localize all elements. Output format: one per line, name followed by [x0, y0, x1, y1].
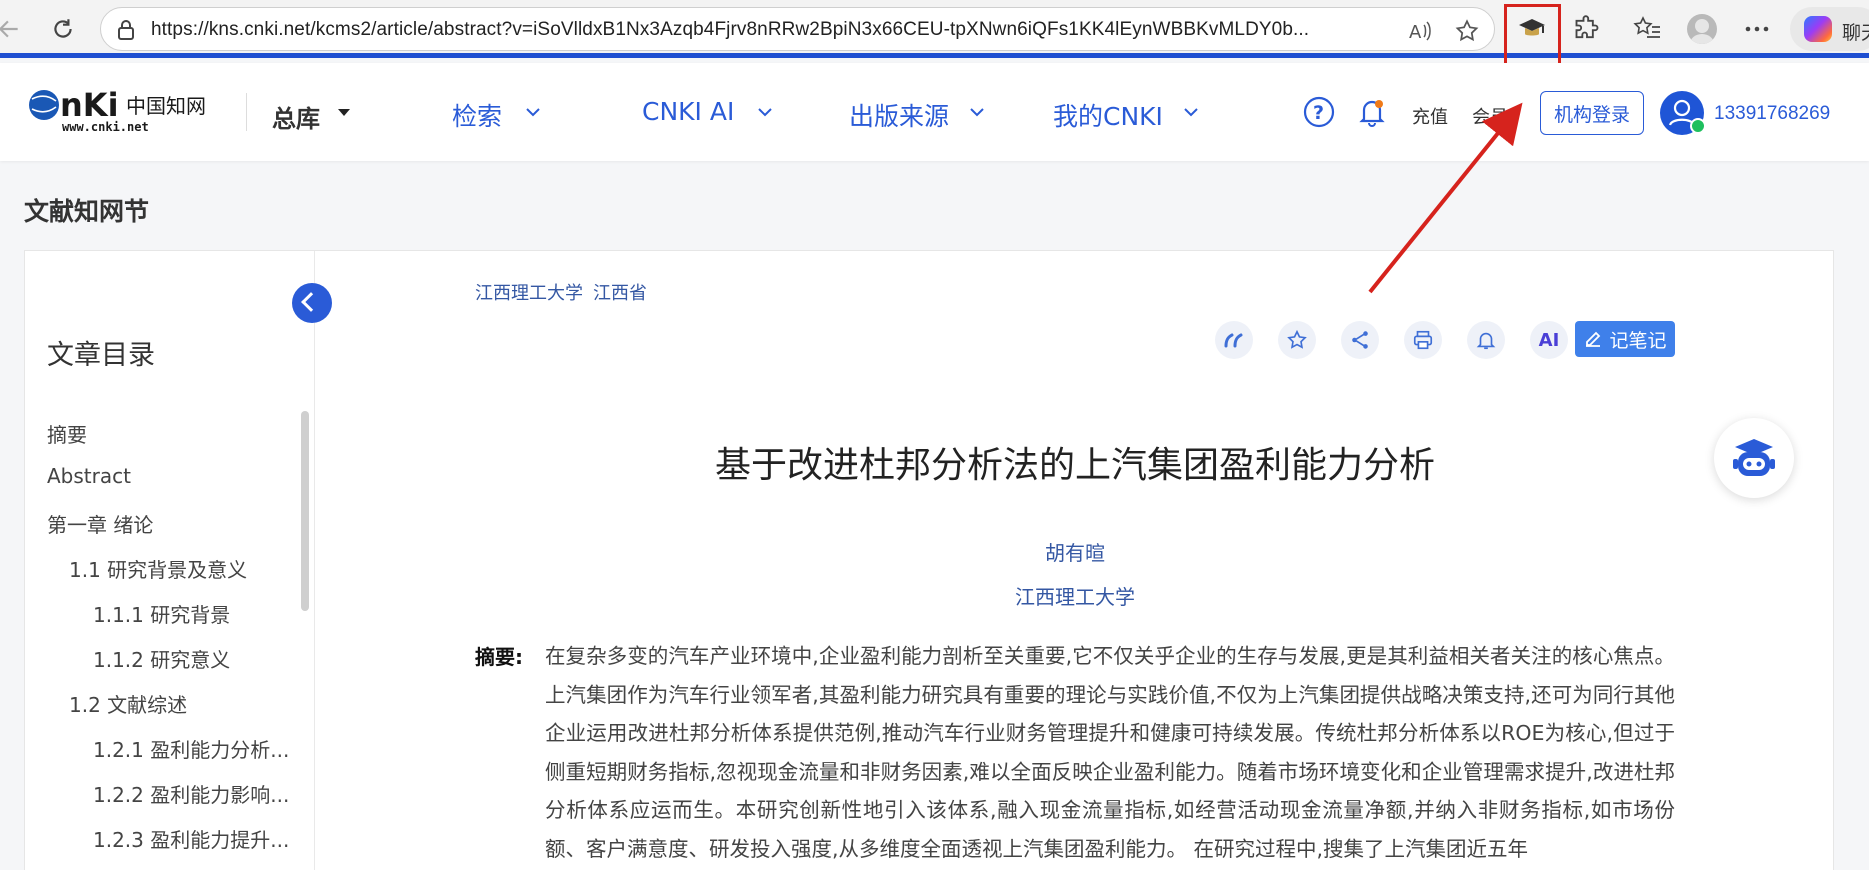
cite-button[interactable] [1215, 321, 1253, 359]
toc-item[interactable]: 1.1.2 研究意义 [93, 644, 230, 673]
copilot-button[interactable]: 聊天 [1790, 7, 1869, 51]
lock-icon[interactable] [115, 18, 137, 46]
chevron-down-icon[interactable] [754, 101, 776, 123]
toc-item[interactable]: 1.1 研究背景及意义 [69, 554, 247, 583]
article-title: 基于改进杜邦分析法的上汽集团盈利能力分析 [714, 445, 1435, 486]
read-aloud-icon[interactable]: A [1406, 17, 1434, 45]
affiliation-line: 江西理工大学 江西省 [475, 279, 657, 305]
nav-search[interactable]: 检索 [452, 97, 502, 133]
notification-bell-icon[interactable] [1355, 95, 1389, 129]
url-text[interactable]: https://kns.cnki.net/kcms2/article/abstr… [151, 19, 1481, 41]
nav-my-cnki[interactable]: 我的CNKI [1053, 97, 1163, 133]
svg-text:?: ? [1313, 102, 1324, 124]
svg-text:nKi: nKi [60, 86, 119, 124]
toc-item[interactable]: 1.1.1 研究背景 [93, 599, 230, 628]
verified-badge-icon [1690, 118, 1706, 134]
more-options-icon[interactable] [1740, 12, 1774, 46]
back-icon[interactable] [0, 12, 26, 46]
nav-publication-source[interactable]: 出版来源 [849, 97, 949, 133]
page-title: 文献知网节 [24, 197, 150, 226]
ai-assistant-button[interactable] [1714, 418, 1794, 498]
svg-text:A: A [1409, 22, 1422, 43]
bell-icon [1476, 332, 1496, 350]
copilot-label: 聊天 [1842, 22, 1869, 44]
chevron-down-icon[interactable] [966, 101, 988, 123]
take-note-label: 记笔记 [1609, 329, 1667, 352]
refresh-icon[interactable] [46, 12, 80, 46]
nav-cnki-ai[interactable]: CNKI AI [642, 97, 734, 126]
share-icon [1352, 331, 1368, 349]
favorite-star-icon[interactable] [1453, 17, 1481, 45]
caret-down-icon[interactable] [338, 109, 350, 116]
pencil-icon [1586, 331, 1601, 347]
quote-icon [1224, 333, 1243, 348]
address-bar[interactable]: https://kns.cnki.net/kcms2/article/abstr… [100, 7, 1495, 51]
toc-item[interactable]: 1.2.1 盈利能力分析... [93, 734, 289, 763]
toc-item[interactable]: 1.2 文献综述 [69, 689, 187, 718]
toc-scrollbar[interactable] [301, 411, 309, 611]
take-note-button[interactable]: 记笔记 [1575, 321, 1675, 357]
print-button[interactable] [1404, 321, 1442, 359]
article-content: 江西理工大学 江西省 AI 记笔记 基于改进杜邦分析法的上汽集团盈利能力分析 胡有… [315, 251, 1835, 870]
member-link[interactable]: 会员 [1472, 103, 1508, 129]
browser-toolbar: https://kns.cnki.net/kcms2/article/abstr… [0, 0, 1869, 58]
abstract-text: 在复杂多变的汽车产业环境中,企业盈利能力剖析至关重要,它不仅关乎企业的生存与发展… [545, 644, 1675, 861]
collapse-sidebar-button[interactable] [292, 283, 332, 323]
help-icon[interactable]: ? [1302, 95, 1336, 129]
extensions-puzzle-icon[interactable] [1570, 12, 1604, 46]
affiliation-link[interactable]: 江西理工大学 [475, 283, 583, 304]
svg-text:www.cnki.net: www.cnki.net [62, 120, 149, 133]
chevron-down-icon[interactable] [522, 101, 544, 123]
header-divider [246, 93, 247, 131]
profile-avatar-icon[interactable] [1685, 12, 1719, 46]
toc-item[interactable]: Abstract [47, 464, 131, 488]
subscribe-button[interactable] [1467, 321, 1505, 359]
toc-item[interactable]: 1.2.2 盈利能力影响... [93, 779, 289, 808]
share-button[interactable] [1341, 321, 1379, 359]
author-link[interactable]: 胡有暄 [475, 537, 1675, 566]
org-login-button[interactable]: 机构登录 [1540, 91, 1644, 135]
toc-item[interactable]: 摘要 [47, 419, 87, 448]
cnki-logo[interactable]: nKi 中国知网 www.cnki.net [24, 83, 219, 134]
chevron-down-icon[interactable] [1180, 101, 1202, 123]
printer-icon [1413, 330, 1433, 350]
toc-sidebar: 文章目录 摘要 Abstract 第一章 绪论 1.1 研究背景及意义 1.1.… [25, 251, 315, 870]
toc-title: 文章目录 [47, 340, 155, 371]
toc-item[interactable]: 第一章 绪论 [47, 509, 153, 538]
svg-text:中国知网: 中国知网 [126, 94, 206, 118]
affiliation-link[interactable]: 江西省 [593, 283, 647, 304]
star-icon [1287, 329, 1307, 349]
toc-item[interactable]: 1.2.3 盈利能力提升... [93, 824, 289, 853]
copilot-icon [1804, 16, 1832, 42]
recharge-link[interactable]: 充值 [1412, 103, 1448, 129]
institution-link[interactable]: 江西理工大学 [475, 581, 1675, 610]
ai-button[interactable]: AI [1530, 321, 1568, 359]
article-card: 文章目录 摘要 Abstract 第一章 绪论 1.1 研究背景及意义 1.1.… [24, 250, 1834, 870]
favorites-icon[interactable] [1630, 12, 1664, 46]
favorite-button[interactable] [1278, 321, 1316, 359]
abstract-label: 摘要: [475, 645, 523, 669]
site-header: nKi 中国知网 www.cnki.net 总库 检索 CNKI AI 出版来源… [0, 63, 1869, 161]
robot-assistant-icon [1733, 439, 1775, 476]
user-phone[interactable]: 13391768269 [1714, 103, 1830, 125]
library-selector[interactable]: 总库 [272, 99, 320, 134]
